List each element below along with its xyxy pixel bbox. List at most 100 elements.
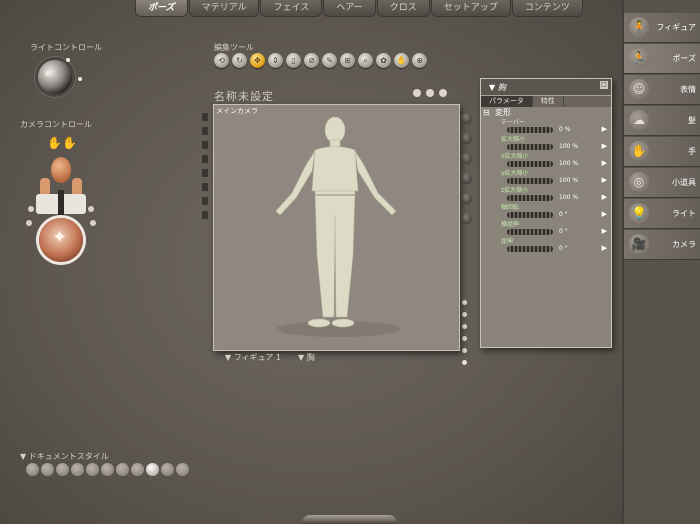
camera-side-button[interactable] bbox=[26, 220, 32, 226]
view-magnifier-tool-icon[interactable]: ⌕ bbox=[358, 53, 373, 68]
parameter-dial-row[interactable]: 軸回転 0 ° ▶ bbox=[481, 204, 611, 221]
parameter-menu-arrow-icon[interactable]: ▶ bbox=[602, 142, 607, 150]
parameter-value[interactable]: 100 % bbox=[559, 177, 578, 184]
tab-1[interactable]: マテリアル bbox=[188, 0, 260, 17]
room-tab-2[interactable]: ☺ 表情 bbox=[624, 75, 700, 105]
light-handle[interactable] bbox=[78, 77, 82, 81]
light-bulb-icon[interactable] bbox=[439, 89, 447, 97]
viewport-dot[interactable] bbox=[462, 348, 467, 353]
document-style-swatch[interactable] bbox=[131, 463, 144, 476]
render-dot-icon[interactable] bbox=[413, 89, 421, 97]
direct-manipulation-tool-icon[interactable]: ✋ bbox=[394, 53, 409, 68]
parameter-menu-arrow-icon[interactable]: ▶ bbox=[602, 227, 607, 235]
viewport-dot[interactable] bbox=[462, 360, 467, 365]
viewport-side-button[interactable] bbox=[202, 113, 208, 121]
camera-hands-icon[interactable]: ✋✋ bbox=[46, 136, 78, 152]
light-handle[interactable] bbox=[45, 71, 50, 76]
tab-3[interactable]: ヘアー bbox=[323, 0, 376, 17]
move-icon[interactable] bbox=[426, 89, 434, 97]
tab-2[interactable]: フェイス bbox=[260, 0, 323, 17]
viewport-display-button[interactable] bbox=[461, 113, 472, 124]
viewport-dot[interactable] bbox=[462, 324, 467, 329]
viewport-display-button[interactable] bbox=[461, 153, 472, 164]
parameter-dial[interactable] bbox=[507, 229, 553, 235]
parameter-dial-row[interactable]: x拡大縮小 100 % ▶ bbox=[481, 153, 611, 170]
tab-4[interactable]: クロス bbox=[376, 0, 430, 17]
parameter-value[interactable]: 0 ° bbox=[559, 228, 568, 235]
tab-5[interactable]: セットアップ bbox=[430, 0, 511, 17]
parameter-dial[interactable] bbox=[507, 127, 553, 133]
viewport-side-button[interactable] bbox=[202, 211, 208, 219]
parameter-value[interactable]: 100 % bbox=[559, 143, 578, 150]
parameter-group-deformation[interactable]: 変形 bbox=[481, 107, 611, 119]
tab-6[interactable]: コンテンツ bbox=[511, 0, 583, 17]
viewport-dot[interactable] bbox=[462, 312, 467, 317]
parameter-dial[interactable] bbox=[507, 212, 553, 218]
room-tab-3[interactable]: ☁ 髪 bbox=[624, 106, 700, 136]
room-tab-7[interactable]: 🎥 カメラ bbox=[624, 230, 700, 260]
tab-parameters[interactable]: パラメータ bbox=[481, 96, 533, 107]
viewport-side-button[interactable] bbox=[202, 197, 208, 205]
viewport-dot[interactable] bbox=[462, 336, 467, 341]
light-control-sphere[interactable] bbox=[38, 60, 72, 94]
parameter-menu-arrow-icon[interactable]: ▶ bbox=[602, 159, 607, 167]
figure-menu[interactable]: ▼ フィギュア 1 bbox=[225, 352, 281, 363]
document-style-swatch[interactable] bbox=[116, 463, 129, 476]
morph-brush-tool-icon[interactable]: ✿ bbox=[376, 53, 391, 68]
parameter-value[interactable]: 100 % bbox=[559, 160, 578, 167]
document-style-swatch[interactable] bbox=[41, 463, 54, 476]
camera-side-button[interactable] bbox=[88, 206, 94, 212]
parameter-dial-row[interactable]: 拡大縮小 100 % ▶ bbox=[481, 136, 611, 153]
translate-tool-icon[interactable]: ✥ bbox=[250, 53, 265, 68]
document-style-swatch[interactable] bbox=[86, 463, 99, 476]
camera-side-button[interactable] bbox=[28, 206, 34, 212]
room-tab-6[interactable]: 💡 ライト bbox=[624, 199, 700, 229]
room-tab-4[interactable]: ✋ 手 bbox=[624, 137, 700, 167]
viewport-display-button[interactable] bbox=[461, 133, 472, 144]
document-style-swatch[interactable] bbox=[176, 463, 189, 476]
document-style-swatch[interactable] bbox=[101, 463, 114, 476]
color-tool-icon[interactable]: ✎ bbox=[322, 53, 337, 68]
viewport-side-button[interactable] bbox=[202, 127, 208, 135]
viewport-side-button[interactable] bbox=[202, 183, 208, 191]
twist-tool-icon[interactable]: ↻ bbox=[232, 53, 247, 68]
light-handle[interactable] bbox=[66, 58, 70, 62]
camera-move-cross-icon[interactable] bbox=[36, 190, 86, 218]
bottom-drawer-handle[interactable] bbox=[302, 515, 397, 524]
document-style-swatch[interactable] bbox=[71, 463, 84, 476]
parameter-menu-arrow-icon[interactable]: ▶ bbox=[602, 244, 607, 252]
parameter-dial[interactable] bbox=[507, 195, 553, 201]
parameter-value[interactable]: 0 % bbox=[559, 126, 570, 133]
parameter-value[interactable]: 0 ° bbox=[559, 211, 568, 218]
parameter-dial[interactable] bbox=[507, 144, 553, 150]
document-style-swatch[interactable] bbox=[146, 463, 159, 476]
viewport-dot[interactable] bbox=[462, 300, 467, 305]
viewport-side-button[interactable] bbox=[202, 141, 208, 149]
camera-head-icon[interactable] bbox=[51, 157, 71, 183]
document-viewport[interactable]: メインカメラ bbox=[213, 104, 460, 351]
parameter-value[interactable]: 0 ° bbox=[559, 245, 568, 252]
viewport-side-button[interactable] bbox=[202, 155, 208, 163]
parameter-dial[interactable] bbox=[507, 161, 553, 167]
parameter-menu-arrow-icon[interactable]: ▶ bbox=[602, 210, 607, 218]
grouping-tool-icon[interactable]: ⊞ bbox=[340, 53, 355, 68]
tab-0[interactable]: ポーズ bbox=[135, 0, 188, 17]
parameter-palette-header[interactable]: ▼ 胸 □ bbox=[481, 79, 611, 95]
parameter-dial-row[interactable]: z拡大縮小 100 % ▶ bbox=[481, 187, 611, 204]
parameter-menu-arrow-icon[interactable]: ▶ bbox=[602, 193, 607, 201]
chain-break-tool-icon[interactable]: ⊘ bbox=[304, 53, 319, 68]
parameter-dial-row[interactable]: y拡大縮小 100 % ▶ bbox=[481, 170, 611, 187]
camera-side-button[interactable] bbox=[90, 220, 96, 226]
parameter-dial[interactable] bbox=[507, 246, 553, 252]
zoom-tool-icon[interactable]: ⊕ bbox=[412, 53, 427, 68]
document-style-swatch[interactable] bbox=[26, 463, 39, 476]
parameter-value[interactable]: 100 % bbox=[559, 194, 578, 201]
tab-properties[interactable]: 特性 bbox=[533, 96, 564, 107]
document-style-label[interactable]: ▼ ドキュメントスタイル bbox=[20, 451, 109, 462]
camera-trackball-icon[interactable] bbox=[39, 218, 83, 262]
parameter-dial[interactable] bbox=[507, 178, 553, 184]
viewport-display-button[interactable] bbox=[461, 173, 472, 184]
parameter-menu-arrow-icon[interactable]: ▶ bbox=[602, 125, 607, 133]
parameter-menu-arrow-icon[interactable]: ▶ bbox=[602, 176, 607, 184]
actor-menu[interactable]: ▼ 胸 bbox=[298, 352, 315, 363]
